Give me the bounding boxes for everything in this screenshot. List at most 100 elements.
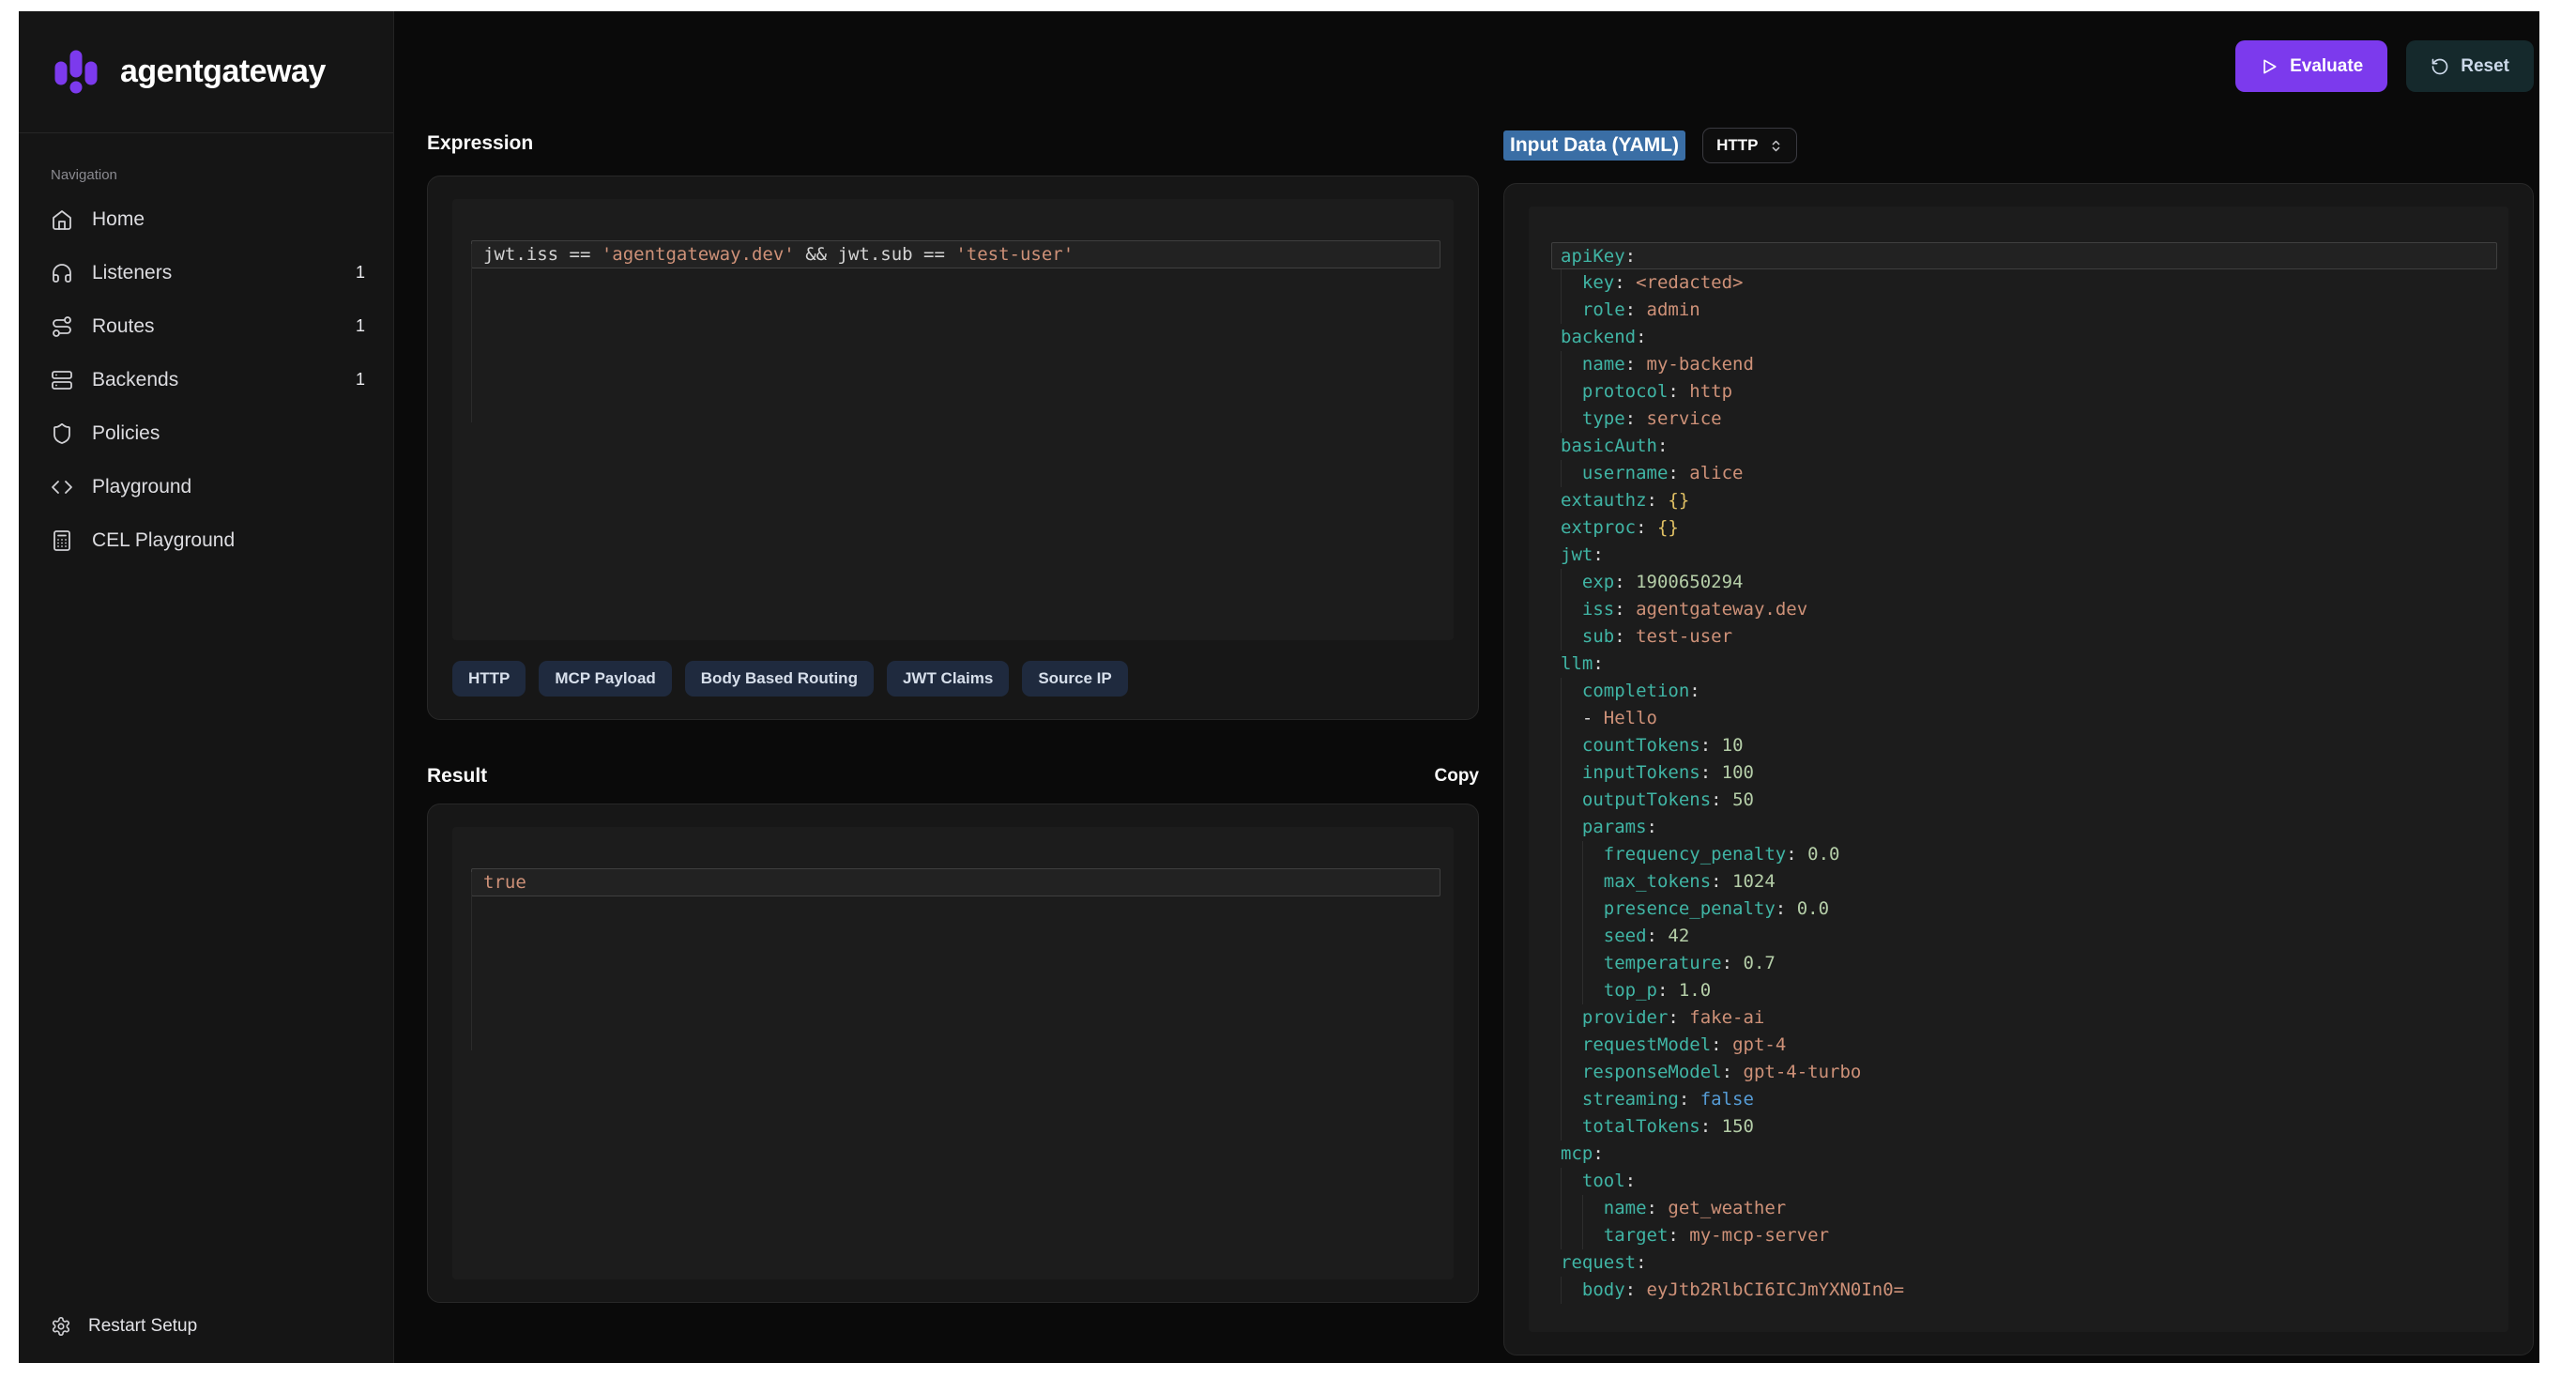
code-token [1732, 953, 1743, 973]
listeners-count-badge: 1 [356, 263, 373, 283]
code-token [1561, 297, 1582, 324]
input-type-select[interactable]: HTTP [1702, 128, 1797, 163]
sidebar-item-routes[interactable]: Routes 1 [51, 299, 373, 353]
code-token [1636, 354, 1646, 375]
code-token: tool [1582, 1171, 1625, 1191]
yaml-line: request: [1561, 1249, 2499, 1277]
sidebar-item-backends[interactable]: Backends 1 [51, 353, 373, 406]
code-token: : [1636, 517, 1646, 538]
code-token [1561, 1059, 1582, 1086]
restart-setup-button[interactable]: Restart Setup [51, 1316, 393, 1337]
yaml-line: provider: fake-ai [1561, 1004, 2499, 1032]
code-token: type [1582, 408, 1625, 429]
code-token: {} [1657, 517, 1679, 538]
result-editor[interactable]: true [452, 827, 1454, 1279]
sidebar-item-label: CEL Playground [92, 529, 235, 552]
yaml-line: frequency_penalty: 0.0 [1561, 841, 2499, 868]
code-token [1561, 623, 1582, 651]
preset-jwt-claims[interactable]: JWT Claims [887, 661, 1009, 697]
code-token [1561, 868, 1582, 896]
code-token: key [1582, 272, 1614, 293]
code-token: : [1614, 272, 1624, 293]
right-column: Input Data (YAML) HTTP apiKey:key: <reda… [1503, 116, 2534, 1355]
brand-header: agentgateway [19, 11, 393, 133]
code-token: : [1722, 953, 1732, 973]
expression-title: Expression [427, 131, 533, 156]
code-token [1657, 1198, 1668, 1218]
code-token: : [1647, 926, 1657, 946]
yaml-editor[interactable]: apiKey:key: <redacted>role: adminbackend… [1529, 207, 2508, 1332]
sidebar-item-policies[interactable]: Policies [51, 406, 373, 460]
code-token: jwt [1561, 544, 1593, 565]
code-token [1636, 1279, 1646, 1300]
brand-name: agentgateway [120, 54, 326, 90]
code-token: sub [1582, 626, 1614, 647]
code-token: http [1689, 381, 1732, 402]
preset-source-ip[interactable]: Source IP [1022, 661, 1127, 697]
yaml-line: temperature: 0.7 [1561, 950, 2499, 977]
code-token [1561, 1004, 1582, 1032]
code-token: gpt-4-turbo [1744, 1062, 1862, 1082]
preset-http[interactable]: HTTP [452, 661, 526, 697]
code-token: : [1711, 1034, 1721, 1055]
code-token: extauthz [1561, 490, 1647, 511]
evaluate-button[interactable]: Evaluate [2235, 40, 2387, 92]
yaml-line: username: alice [1561, 460, 2499, 487]
yaml-line: params: [1561, 814, 2499, 841]
yaml-line: extauthz: {} [1561, 487, 2499, 514]
code-token [1561, 896, 1582, 923]
code-token: true [483, 872, 526, 893]
code-token [1657, 926, 1668, 946]
yaml-line: max_tokens: 1024 [1561, 868, 2499, 896]
yaml-line: basicAuth: [1561, 433, 2499, 460]
code-token: : [1786, 844, 1796, 865]
yaml-line: target: my-mcp-server [1561, 1222, 2499, 1249]
app-window: agentgateway Navigation Home Listeners 1 [19, 11, 2539, 1363]
yaml-line: countTokens: 10 [1561, 732, 2499, 759]
sidebar-item-label: Routes [92, 315, 155, 338]
code-token [1582, 1222, 1604, 1249]
route-icon [51, 315, 73, 338]
code-token: admin [1647, 299, 1700, 320]
copy-button[interactable]: Copy [1435, 766, 1480, 787]
code-token: 10 [1722, 735, 1744, 756]
code-token: : [1668, 1225, 1678, 1246]
code-token: <redacted> [1636, 272, 1743, 293]
code-token [1561, 1195, 1582, 1222]
calculator-icon [51, 529, 73, 552]
code-token: totalTokens [1582, 1116, 1700, 1137]
code-token: name [1604, 1198, 1647, 1218]
preset-body-based-routing[interactable]: Body Based Routing [685, 661, 874, 697]
code-token: 1900650294 [1636, 572, 1743, 592]
sidebar-item-playground[interactable]: Playground [51, 460, 373, 513]
code-token: : [1614, 572, 1624, 592]
code-token: 'agentgateway.dev' [602, 244, 795, 265]
reset-button[interactable]: Reset [2406, 40, 2534, 92]
code-token: : [1668, 463, 1678, 483]
code-token [1561, 378, 1582, 406]
code-token: params [1582, 817, 1647, 837]
preset-mcp-payload[interactable]: MCP Payload [539, 661, 671, 697]
code-token: : [1636, 327, 1646, 347]
code-token [1561, 705, 1582, 732]
code-token [1711, 735, 1721, 756]
code-token [1797, 844, 1807, 865]
code-token: 0.7 [1744, 953, 1776, 973]
code-token: {} [1668, 490, 1689, 511]
code-token: completion [1582, 681, 1689, 701]
code-token: : [1711, 789, 1721, 810]
headphones-icon [51, 262, 73, 284]
sidebar-item-cel-playground[interactable]: CEL Playground [51, 513, 373, 567]
sidebar-item-listeners[interactable]: Listeners 1 [51, 246, 373, 299]
sidebar-item-home[interactable]: Home [51, 192, 373, 246]
code-token: apiKey [1561, 246, 1625, 267]
expression-editor[interactable]: jwt.iss == 'agentgateway.dev' && jwt.sub… [452, 199, 1454, 640]
yaml-line: totalTokens: 150 [1561, 1113, 2499, 1141]
yaml-line: inputTokens: 100 [1561, 759, 2499, 787]
yaml-line: streaming: false [1561, 1086, 2499, 1113]
code-token: 1024 [1732, 871, 1776, 892]
reset-label: Reset [2461, 56, 2509, 77]
rotate-ccw-icon [2431, 57, 2449, 76]
code-token: temperature [1604, 953, 1722, 973]
code-token [1689, 1089, 1700, 1110]
